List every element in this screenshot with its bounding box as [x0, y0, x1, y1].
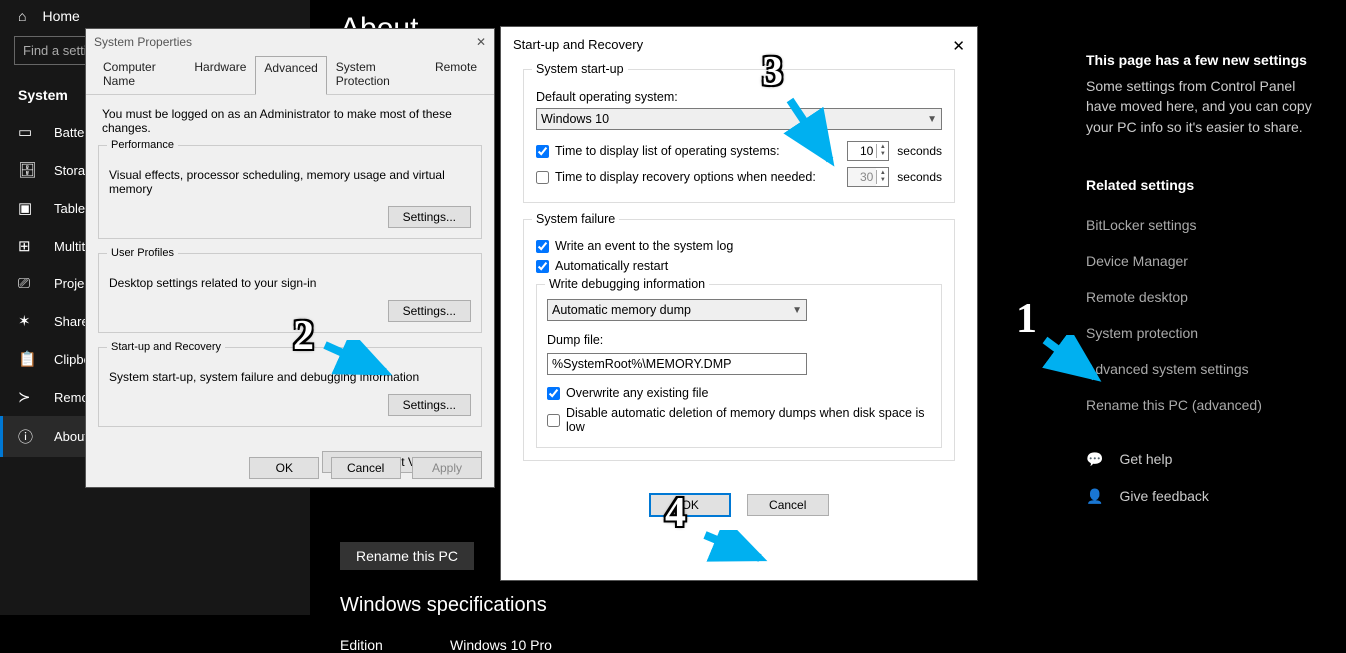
chevron-down-icon: ▼ [792, 305, 802, 316]
failure-legend: System failure [532, 212, 619, 226]
debug-legend: Write debugging information [545, 277, 709, 291]
edition-label: Edition [340, 637, 450, 653]
home-icon: ⌂ [18, 8, 26, 24]
dlg2-ok-button[interactable]: OK [649, 493, 731, 517]
related-settings-hdr: Related settings [1086, 177, 1326, 193]
write-event-checkbox[interactable] [536, 240, 549, 253]
rename-pc-button[interactable]: Rename this PC [340, 542, 474, 570]
dlg1-cancel-button[interactable]: Cancel [331, 457, 401, 479]
sidebar-label: Tablet [54, 201, 89, 216]
tab-remote[interactable]: Remote [426, 55, 486, 94]
perf-desc: Visual effects, processor scheduling, me… [109, 168, 471, 206]
debug-select[interactable]: Automatic memory dump ▼ [547, 299, 807, 321]
auto-restart-label: Automatically restart [555, 259, 668, 273]
system-properties-dialog: System Properties ✕ Computer Name Hardwa… [85, 28, 495, 488]
user-profiles-group: User Profiles Desktop settings related t… [98, 253, 482, 333]
feedback-label: Give feedback [1119, 488, 1209, 504]
perf-settings-button[interactable]: Settings... [388, 206, 471, 228]
time-list-spinner[interactable]: ▲▼ [847, 141, 889, 161]
feedback-icon: 👤 [1086, 488, 1103, 505]
time-list-input[interactable] [848, 142, 876, 160]
startup-legend: Start-up and Recovery [107, 341, 225, 353]
performance-group: Performance Visual effects, processor sc… [98, 145, 482, 239]
seconds-label: seconds [897, 144, 942, 158]
link-bitlocker[interactable]: BitLocker settings [1086, 207, 1326, 243]
startup-settings-button[interactable]: Settings... [388, 394, 471, 416]
disable-del-label: Disable automatic deletion of memory dum… [566, 406, 931, 434]
time-rec-label: Time to display recovery options when ne… [555, 170, 839, 184]
prof-settings-button[interactable]: Settings... [388, 300, 471, 322]
annotation-1: 1 [1016, 295, 1037, 343]
remote-icon: ≻ [18, 388, 38, 406]
prof-legend: User Profiles [107, 247, 178, 259]
seconds-label: seconds [897, 170, 942, 184]
time-rec-input[interactable] [848, 168, 876, 186]
default-os-select[interactable]: Windows 10 ▼ [536, 108, 942, 130]
dlg1-title: System Properties [94, 35, 192, 49]
link-rename-pc-adv[interactable]: Rename this PC (advanced) [1086, 387, 1326, 423]
shared-icon: ✶ [18, 312, 38, 330]
tablet-icon: ▣ [18, 199, 38, 217]
system-startup-group: System start-up Default operating system… [523, 69, 955, 203]
dlg1-ok-button[interactable]: OK [249, 457, 319, 479]
dlg2-cancel-button[interactable]: Cancel [747, 494, 829, 516]
right-panel: This page has a few new settings Some se… [1086, 52, 1326, 515]
help-icon: 💬 [1086, 451, 1103, 468]
tab-computer-name[interactable]: Computer Name [94, 55, 185, 94]
write-event-label: Write an event to the system log [555, 239, 733, 253]
time-list-checkbox[interactable] [536, 145, 549, 158]
link-remote-desktop[interactable]: Remote desktop [1086, 279, 1326, 315]
dlg2-title: Start-up and Recovery [513, 37, 643, 55]
info-icon: ⓘ [18, 426, 38, 447]
storage-icon: 🗄 [18, 161, 38, 179]
sidebar-label: About [54, 429, 88, 444]
tab-system-protection[interactable]: System Protection [327, 55, 426, 94]
link-device-manager[interactable]: Device Manager [1086, 243, 1326, 279]
system-failure-group: System failure Write an event to the sys… [523, 219, 955, 461]
dlg1-apply-button[interactable]: Apply [412, 457, 482, 479]
dlg1-tabs: Computer Name Hardware Advanced System P… [86, 55, 494, 95]
startup-recovery-dialog: Start-up and Recovery ✕ System start-up … [500, 26, 978, 581]
get-help-link[interactable]: 💬 Get help [1086, 441, 1326, 478]
debug-select-value: Automatic memory dump [552, 303, 691, 317]
dump-file-label: Dump file: [547, 329, 931, 351]
startup-recovery-group: Start-up and Recovery System start-up, s… [98, 347, 482, 427]
spinner-arrows[interactable]: ▲▼ [876, 170, 888, 184]
project-icon: ⎚ [18, 275, 38, 292]
default-os-value: Windows 10 [541, 112, 609, 126]
chevron-down-icon: ▼ [927, 114, 937, 125]
debug-info-group: Write debugging information Automatic me… [536, 284, 942, 448]
multitask-icon: ⊞ [18, 237, 38, 255]
dump-file-input[interactable]: %SystemRoot%\MEMORY.DMP [547, 353, 807, 375]
spinner-arrows[interactable]: ▲▼ [876, 144, 888, 158]
close-icon[interactable]: ✕ [952, 37, 965, 55]
time-rec-checkbox[interactable] [536, 171, 549, 184]
auto-restart-checkbox[interactable] [536, 260, 549, 273]
overwrite-label: Overwrite any existing file [566, 386, 708, 400]
close-icon[interactable]: ✕ [476, 35, 486, 49]
startup-desc: System start-up, system failure and debu… [109, 370, 471, 394]
default-os-label: Default operating system: [536, 86, 942, 108]
prof-desc: Desktop settings related to your sign-in [109, 276, 471, 300]
battery-icon: ▭ [18, 123, 38, 141]
tab-hardware[interactable]: Hardware [185, 55, 255, 94]
time-list-label: Time to display list of operating system… [555, 144, 839, 158]
startup-legend: System start-up [532, 62, 628, 76]
time-rec-spinner[interactable]: ▲▼ [847, 167, 889, 187]
help-label: Get help [1119, 451, 1172, 467]
disable-del-checkbox[interactable] [547, 414, 560, 427]
tab-advanced[interactable]: Advanced [255, 56, 326, 95]
perf-legend: Performance [107, 139, 178, 151]
link-system-protection[interactable]: System protection [1086, 315, 1326, 351]
edition-value: Windows 10 Pro [450, 637, 552, 653]
win-spec-heading: Windows specifications [340, 594, 552, 617]
new-settings-hdr: This page has a few new settings [1086, 52, 1326, 68]
clipboard-icon: 📋 [18, 350, 38, 368]
give-feedback-link[interactable]: 👤 Give feedback [1086, 478, 1326, 515]
overwrite-checkbox[interactable] [547, 387, 560, 400]
new-settings-desc: Some settings from Control Panel have mo… [1086, 76, 1326, 137]
home-label: Home [42, 8, 79, 24]
link-advanced-system[interactable]: Advanced system settings [1086, 351, 1326, 387]
